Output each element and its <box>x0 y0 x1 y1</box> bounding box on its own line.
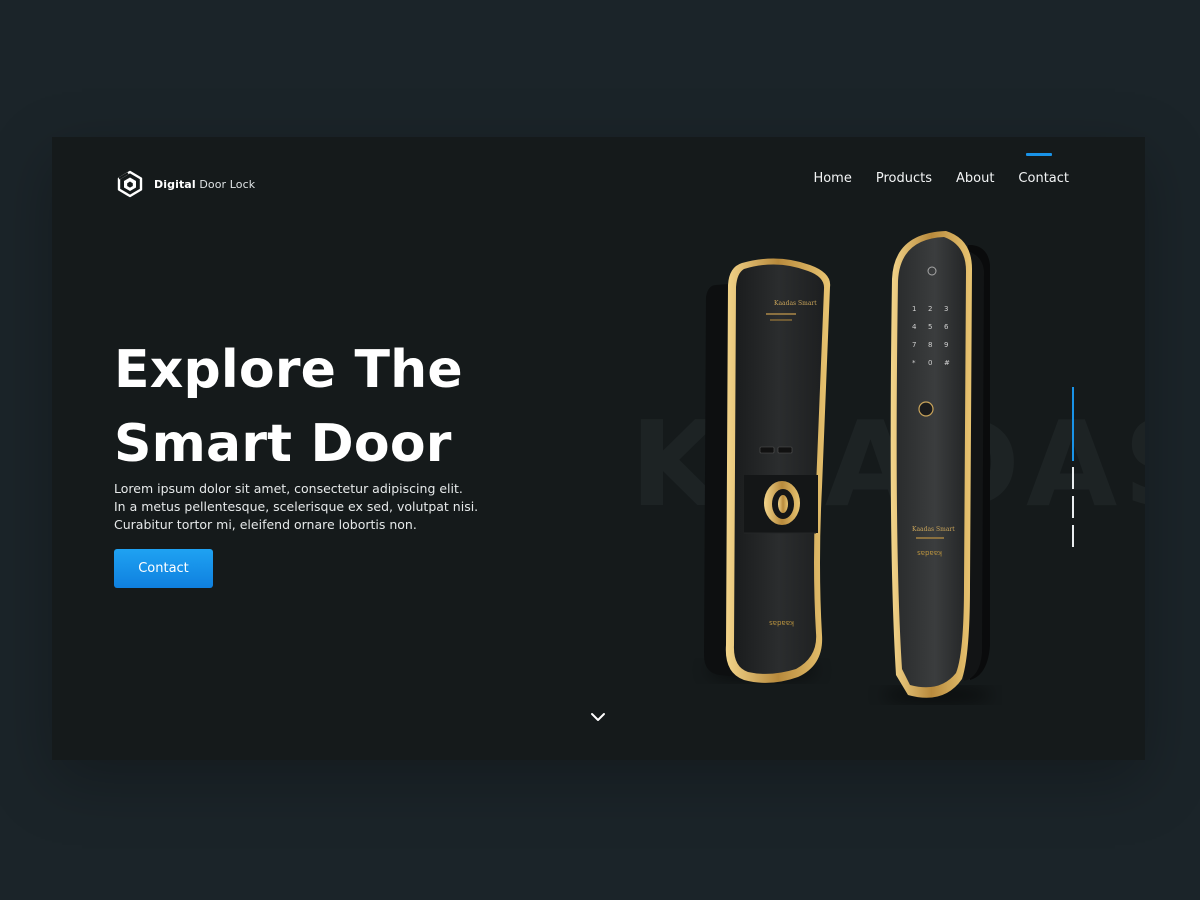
nav-item-about[interactable]: About <box>956 169 994 186</box>
nav-item-contact[interactable]: Contact <box>1018 153 1069 186</box>
slide-indicator-3[interactable] <box>1072 496 1074 518</box>
svg-text:kaadas: kaadas <box>769 619 794 627</box>
main-nav: Home Products About Contact <box>813 153 1069 186</box>
contact-button[interactable]: Contact <box>114 549 213 588</box>
svg-text:5: 5 <box>928 323 932 331</box>
nav-item-products[interactable]: Products <box>876 169 932 186</box>
hero-description-line-1: Lorem ipsum dolor sit amet, consectetur … <box>114 481 463 496</box>
svg-text:1: 1 <box>912 305 916 313</box>
chevron-down-icon[interactable] <box>589 710 607 724</box>
slide-indicator-4[interactable] <box>1072 525 1074 547</box>
svg-text:#: # <box>944 359 950 367</box>
svg-text:*: * <box>912 359 916 367</box>
hero-description: Lorem ipsum dolor sit amet, consectetur … <box>114 480 479 534</box>
hero-title: Explore The Smart Door <box>114 333 463 481</box>
svg-text:9: 9 <box>944 341 948 349</box>
digital-door-lock-logo-icon <box>117 170 143 198</box>
svg-text:Kaadas Smart: Kaadas Smart <box>912 526 955 533</box>
hero-description-line-3: Curabitur tortor mi, eleifend ornare lob… <box>114 517 417 532</box>
svg-text:6: 6 <box>944 323 949 331</box>
svg-text:4: 4 <box>912 323 917 331</box>
brand[interactable]: Digital Door Lock <box>116 170 255 198</box>
hero-title-line-1: Explore The <box>114 340 463 400</box>
svg-text:0: 0 <box>928 359 932 367</box>
brand-name: Digital Door Lock <box>154 178 255 191</box>
brand-name-light: Door Lock <box>199 177 256 191</box>
nav-item-home[interactable]: Home <box>813 169 851 186</box>
door-lock-product-image: Kaadas Smart kaadas 1 2 3 4 5 6 7 8 9 * 0 # Kaad… <box>704 231 992 703</box>
svg-text:8: 8 <box>928 341 932 349</box>
hero-description-line-2: In a metus pellentesque, scelerisque ex … <box>114 499 479 514</box>
hero-panel: Digital Door Lock Home Products About Co… <box>52 137 1145 760</box>
svg-text:kaadas: kaadas <box>917 549 942 557</box>
slide-indicator-1[interactable] <box>1072 387 1074 461</box>
slide-indicator <box>1072 387 1076 547</box>
hero-title-line-2: Smart Door <box>114 414 452 474</box>
svg-text:7: 7 <box>912 341 916 349</box>
brand-name-bold: Digital <box>154 177 196 191</box>
slide-indicator-2[interactable] <box>1072 467 1074 489</box>
svg-text:Kaadas Smart: Kaadas Smart <box>774 300 817 307</box>
svg-text:3: 3 <box>944 305 948 313</box>
svg-text:2: 2 <box>928 305 932 313</box>
